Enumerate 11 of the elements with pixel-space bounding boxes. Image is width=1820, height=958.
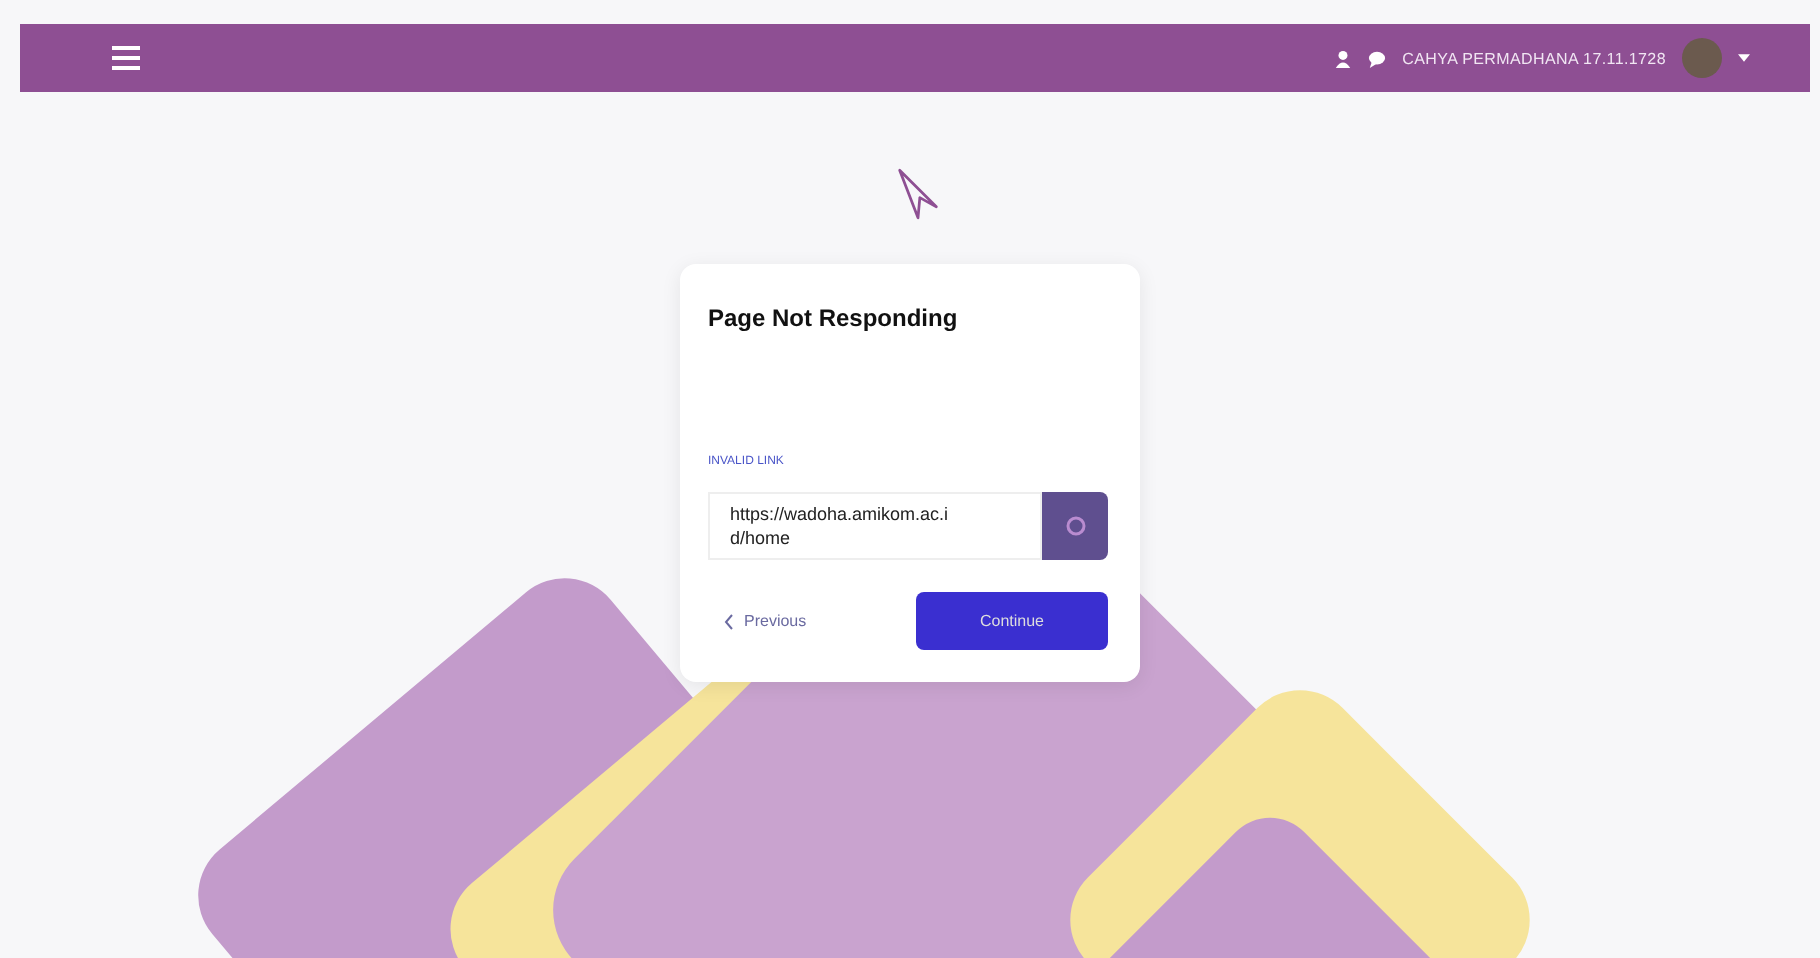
user-icon[interactable] bbox=[1334, 49, 1353, 67]
previous-link[interactable]: Previous bbox=[744, 612, 807, 630]
menu-icon[interactable] bbox=[112, 46, 140, 70]
continue-button[interactable]: Continue bbox=[916, 592, 1108, 650]
chat-icon[interactable] bbox=[1368, 49, 1387, 67]
user-name[interactable]: CAHYA PERMADHANA 17.11.1728 bbox=[1402, 49, 1666, 67]
link-field[interactable]: https://wadoha.amikom.ac.id/home bbox=[708, 492, 1042, 560]
caret-icon[interactable] bbox=[1738, 54, 1750, 62]
chevron-left-icon bbox=[724, 613, 734, 629]
dialog-title: Page Not Responding bbox=[708, 304, 960, 332]
open-link-button[interactable] bbox=[1042, 492, 1108, 560]
